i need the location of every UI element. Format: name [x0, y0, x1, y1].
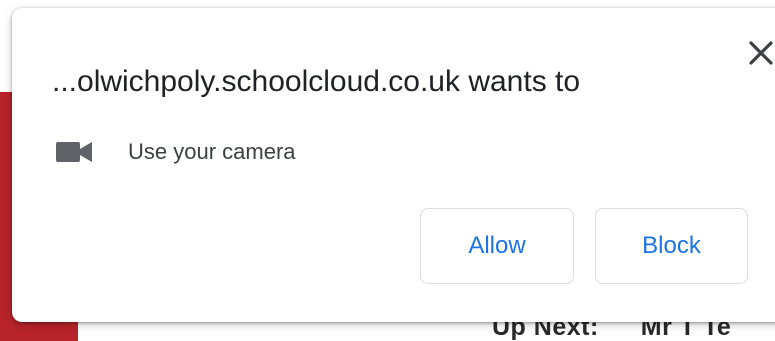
close-button[interactable]: [744, 36, 775, 70]
browser-viewport: Up Next: Mr T Te ...olwichpoly.schoolclou…: [0, 0, 775, 341]
block-button[interactable]: Block: [595, 208, 748, 284]
camera-icon: [56, 142, 92, 162]
dialog-title: ...olwichpoly.schoolcloud.co.uk wants to: [52, 65, 581, 98]
permission-dialog: ...olwichpoly.schoolcloud.co.uk wants to…: [12, 8, 775, 322]
permission-row-camera: Use your camera: [56, 132, 296, 172]
permission-label: Use your camera: [128, 139, 296, 164]
close-icon: [749, 41, 773, 65]
allow-button[interactable]: Allow: [420, 208, 574, 284]
